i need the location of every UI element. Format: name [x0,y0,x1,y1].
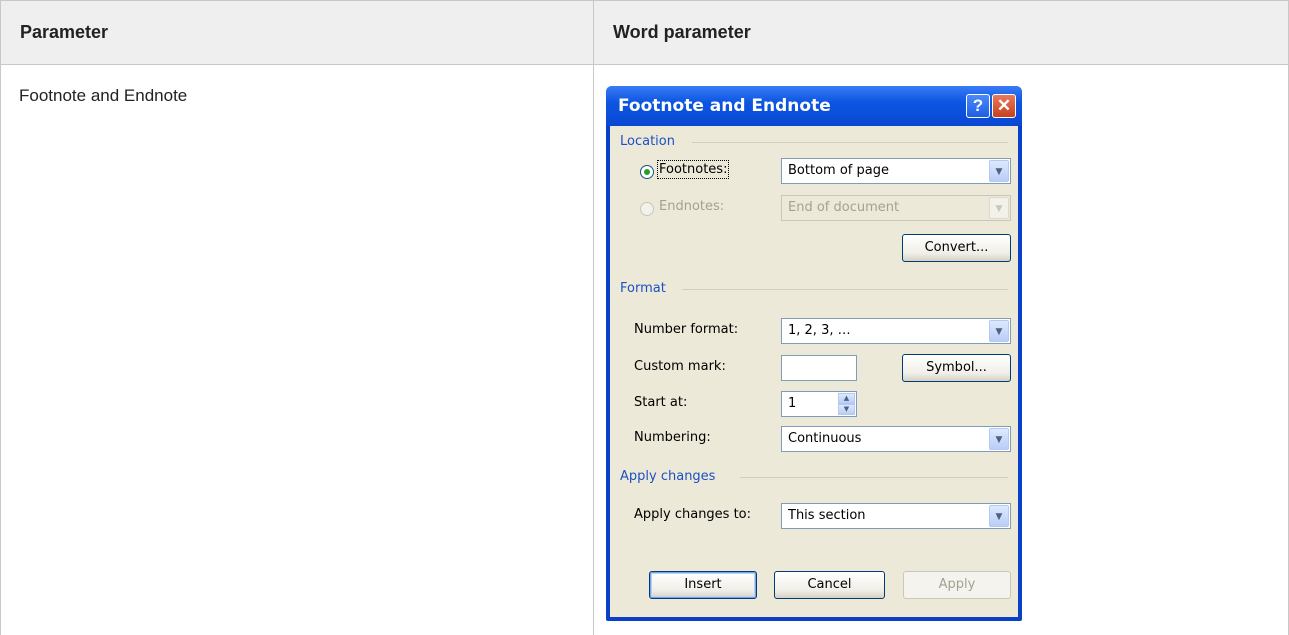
column-separator [593,0,594,635]
chevron-down-icon[interactable]: ▼ [989,160,1009,182]
close-icon: ✕ [996,96,1012,115]
apply-changes-to-label: Apply changes to: [634,507,752,522]
start-at-label: Start at: [634,395,688,410]
row-parameter-name: Footnote and Endnote [19,86,188,105]
start-at-spin: ▲ ▼ [838,393,855,415]
number-format-select[interactable]: 1, 2, 3, … ▼ [781,318,1011,344]
dialog-body: Location Footnotes: Bottom of page ▼ End… [610,126,1018,617]
chevron-down-icon[interactable]: ▼ [989,320,1009,342]
convert-button[interactable]: Convert... [902,234,1011,262]
start-at-value: 1 [788,396,797,411]
apply-changes-to-value: This section [788,508,866,523]
footnotes-label-text: Footnotes: [656,160,730,179]
endnotes-label[interactable]: Endnotes: [659,199,724,214]
number-format-label: Number format: [634,322,739,337]
endnotes-radio[interactable] [640,202,654,216]
apply-changes-group-label: Apply changes [620,469,716,484]
spin-up-icon[interactable]: ▲ [838,393,855,404]
help-icon: ? [972,96,984,115]
chevron-down-icon[interactable]: ▼ [989,428,1009,450]
numbering-label: Numbering: [634,430,711,445]
chevron-down-icon[interactable]: ▼ [989,505,1009,527]
cancel-button[interactable]: Cancel [774,571,885,599]
symbol-button[interactable]: Symbol... [902,354,1011,382]
endnotes-position-value: End of document [788,200,900,215]
footnotes-position-value: Bottom of page [788,163,889,178]
location-divider [692,142,1008,143]
table-left-border [0,0,1,635]
header-parameter: Parameter [20,22,109,42]
insert-button[interactable]: Insert [649,571,757,599]
apply-changes-to-select[interactable]: This section ▼ [781,503,1011,529]
close-button[interactable]: ✕ [992,94,1016,118]
footnotes-radio[interactable] [640,165,654,179]
apply-changes-divider [740,477,1008,478]
start-at-stepper[interactable]: 1 ▲ ▼ [781,391,857,417]
numbering-value: Continuous [788,431,862,446]
parameter-table: Parameter Word parameter Footnote and En… [0,0,1289,635]
number-format-value: 1, 2, 3, … [788,323,851,338]
header-word-parameter: Word parameter [613,22,751,42]
apply-button[interactable]: Apply [903,571,1011,599]
dialog-titlebar[interactable]: Footnote and Endnote ? ✕ [606,86,1022,126]
custom-mark-input[interactable] [781,355,857,381]
location-group-label: Location [620,134,675,149]
chevron-down-icon[interactable]: ▼ [989,197,1009,219]
custom-mark-label: Custom mark: [634,359,726,374]
footnotes-position-select[interactable]: Bottom of page ▼ [781,158,1011,184]
spin-down-icon[interactable]: ▼ [838,404,855,415]
help-button[interactable]: ? [966,94,990,118]
endnotes-position-select[interactable]: End of document ▼ [781,195,1011,221]
numbering-select[interactable]: Continuous ▼ [781,426,1011,452]
format-divider [682,289,1008,290]
table-header: Parameter Word parameter [0,0,1289,65]
footnotes-label[interactable]: Footnotes: [656,160,730,179]
footnote-endnote-dialog: Footnote and Endnote ? ✕ Location Footno… [606,86,1022,621]
dialog-title: Footnote and Endnote [618,96,831,116]
format-group-label: Format [620,281,666,296]
